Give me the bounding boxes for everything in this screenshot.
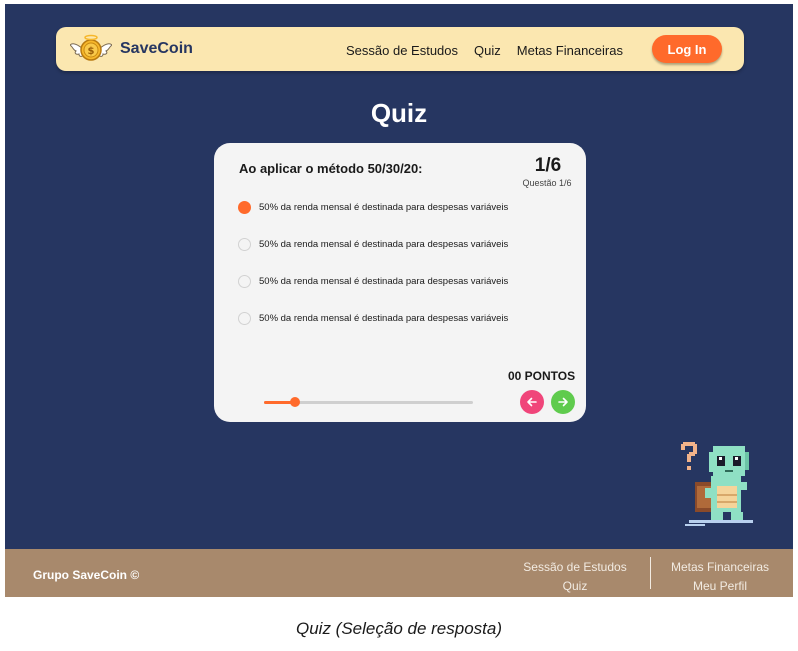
nav-link-sessao-estudos[interactable]: Sessão de Estudos [346,43,458,58]
answer-option-label: 50% da renda mensal é destinada para des… [259,276,509,287]
footer-divider [650,557,651,589]
answer-option[interactable]: 50% da renda mensal é destinada para des… [238,201,508,214]
app-screen: $ SaveCoin Sessão de Estudos Quiz Metas … [5,4,793,597]
navbar: $ SaveCoin Sessão de Estudos Quiz Metas … [56,27,744,71]
nav-link-quiz[interactable]: Quiz [474,43,501,58]
turtle-mascot-icon [681,442,753,526]
quiz-card: Ao aplicar o método 50/30/20: 1/6 Questã… [214,143,586,422]
footer-link-sessao-estudos[interactable]: Sessão de Estudos [510,558,640,577]
answer-option[interactable]: 50% da renda mensal é destinada para des… [238,238,508,251]
answer-option-label: 50% da renda mensal é destinada para des… [259,202,509,213]
radio-button[interactable] [238,201,251,214]
arrow-left-icon [527,397,537,407]
footer-link-quiz[interactable]: Quiz [510,577,640,596]
progress-bar [264,397,473,407]
answer-option-label: 50% da renda mensal é destinada para des… [259,313,509,324]
nav-link-metas-financeiras[interactable]: Metas Financeiras [517,43,623,58]
login-button[interactable]: Log In [652,35,722,63]
nav-links: Sessão de Estudos Quiz Metas Financeiras [346,43,639,58]
radio-button[interactable] [238,312,251,325]
svg-text:$: $ [88,46,95,57]
figure-caption: Quiz (Seleção de resposta) [296,619,502,638]
answer-option-label: 50% da renda mensal é destinada para des… [259,239,509,250]
brand-name[interactable]: SaveCoin [120,40,193,58]
previous-question-button[interactable] [520,390,544,414]
progress-knob [290,397,301,407]
question-counter: 1/6 [534,155,562,176]
footer-links-group-1: Sessão de Estudos Quiz [510,558,640,596]
winged-coin-icon[interactable]: $ [70,34,112,64]
radio-button[interactable] [238,238,251,251]
page-title: Quiz [370,98,428,128]
radio-button[interactable] [238,275,251,288]
footer-link-meu-perfil[interactable]: Meu Perfil [659,577,781,596]
question-text: Ao aplicar o método 50/30/20: [239,161,423,176]
next-question-button[interactable] [551,390,575,414]
answer-option[interactable]: 50% da renda mensal é destinada para des… [238,312,508,325]
footer: Grupo SaveCoin © Sessão de Estudos Quiz … [5,549,793,597]
arrow-right-icon [558,397,568,407]
footer-brand: Grupo SaveCoin © [33,568,140,582]
answer-option[interactable]: 50% da renda mensal é destinada para des… [238,275,508,288]
footer-links-group-2: Metas Financeiras Meu Perfil [659,558,781,596]
points-counter: 00 PONTOS [508,369,576,383]
footer-link-metas-financeiras[interactable]: Metas Financeiras [659,558,781,577]
question-counter-subtitle: Questão 1/6 [522,178,572,188]
